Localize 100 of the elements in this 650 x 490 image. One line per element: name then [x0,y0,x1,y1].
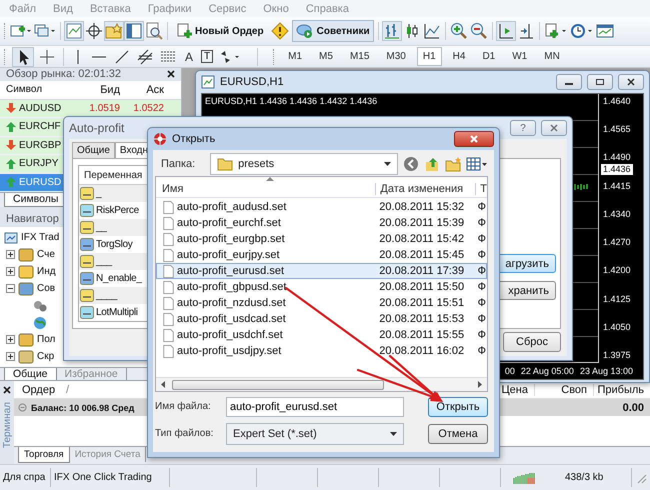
file-type-dropdown[interactable]: Expert Set (*.set) [226,422,404,444]
warning-icon[interactable] [270,22,290,40]
file-type: Ф [476,313,486,325]
chart-shift-icon[interactable] [496,22,515,40]
help-button[interactable]: ? [510,120,536,136]
column-header[interactable]: / [66,384,70,396]
open-button[interactable]: Открыть [428,396,488,416]
column-header[interactable]: Символ [0,84,76,95]
scroll-right-icon[interactable] [477,381,483,388]
view-menu-icon[interactable] [466,156,488,172]
tree-item[interactable]: Инд [4,264,56,279]
scroll-left-icon[interactable] [160,381,166,388]
globe-icon[interactable] [32,316,48,330]
column-header[interactable]: Т [475,183,487,195]
timeframe-button[interactable]: D1 [476,47,502,66]
maximize-button[interactable] [587,74,613,90]
expander-icon[interactable] [6,284,15,293]
back-icon[interactable] [403,156,419,172]
column-header[interactable]: Имя [156,183,376,195]
caret-icon [384,162,391,166]
file-name: auto-profit_eurchf.set [177,217,281,229]
timeframe-button[interactable]: M15 [344,47,376,66]
close-icon[interactable] [167,70,175,78]
file-row[interactable]: auto-profit_eurusd.set 20.08.2011 17:39 Ф [156,263,487,279]
dialog-tab[interactable]: Общие [72,142,115,158]
crosshair-icon[interactable] [38,48,56,66]
file-row[interactable]: auto-profit_eurgbp.set 20.08.2011 15:42 Ф [156,231,487,247]
bar-chart-icon[interactable] [382,22,401,40]
close-icon[interactable] [3,386,11,394]
windows-icon[interactable] [34,23,56,39]
symbol-name: EURCHF [19,121,61,132]
timeframe-button[interactable]: M5 [313,47,339,66]
column-header[interactable]: Аск [120,84,164,96]
file-icon [163,328,174,342]
timeframe-button[interactable]: W1 [506,47,534,66]
terminal-label: Терминал [2,402,12,448]
expander-icon[interactable] [6,250,15,259]
filename-field[interactable]: auto-profit_eurusd.set [226,396,404,416]
bid-price: 1.0519 [88,102,120,114]
timeframe-button[interactable]: MN [538,47,566,66]
clock-icon[interactable] [570,22,594,40]
file-row[interactable]: auto-profit_usdjpy.set 20.08.2011 16:02 Ф [156,343,487,359]
zoom-out-icon[interactable] [470,22,488,40]
timeframe-button[interactable]: H4 [446,47,472,66]
tree-item[interactable]: Пол [4,332,56,347]
resize-grip-icon[interactable] [635,472,647,484]
expander-icon[interactable] [6,267,15,276]
trendline-icon[interactable] [113,48,131,66]
new-order-button[interactable]: Новый Ордер [172,20,268,42]
arrow-up-icon [6,122,16,132]
line-chart-icon[interactable] [422,22,441,40]
crosshair-icon[interactable] [85,22,103,40]
window-plus-icon[interactable] [10,23,32,39]
timeframe-button[interactable]: H1 [416,47,442,66]
magnifier-icon[interactable] [145,22,163,40]
experts-button[interactable]: Советники [292,20,374,42]
column-header[interactable]: Дата изменения [375,183,476,195]
gears-icon[interactable] [32,298,48,312]
timeframe-button[interactable]: M1 [282,47,308,66]
arrow-down-icon [6,103,16,114]
folder-dropdown[interactable]: presets [210,153,398,175]
status-text: IFX One Click Trading [51,468,170,487]
cloud-play-icon [296,23,314,39]
document-plus-icon [176,23,192,39]
tree-item[interactable]: Сче [4,247,55,262]
expander-icon[interactable] [6,335,15,344]
window-icon[interactable] [596,22,614,40]
expander-icon[interactable] [6,352,15,361]
file-row[interactable]: auto-profit_usdcad.set 20.08.2011 15:53 Ф [156,311,487,327]
file-icon [163,264,174,278]
up-folder-icon[interactable] [424,156,440,172]
zoom-in-icon[interactable] [450,22,468,40]
terminal-tab[interactable]: Торговля [18,447,70,463]
variable-name: RiskPerce [96,205,139,216]
file-row[interactable]: auto-profit_audusd.set 20.08.2011 15:32 Ф [156,199,487,215]
text-label-tool[interactable]: T [201,50,214,63]
close-button[interactable] [454,131,494,147]
tree-item[interactable]: Сов [4,281,56,296]
template-plus-icon[interactable] [544,22,568,40]
variable-type-icon [80,238,94,251]
new-folder-icon[interactable] [445,156,461,172]
horizontal-scrollbar[interactable] [156,377,487,391]
text-tool[interactable]: A [182,50,196,64]
tree-item[interactable]: IFX Trad [4,230,60,245]
cancel-button[interactable]: Отмена [428,424,488,444]
minimize-button[interactable] [556,74,582,90]
timeframe-button[interactable]: M30 [380,47,412,66]
column-header[interactable]: Ордер [14,384,66,396]
column-header[interactable]: Бид [76,84,120,96]
status-text: Для спра [0,468,51,487]
window-title: Открыть [172,133,216,145]
tree-item[interactable]: Скр [4,349,54,364]
file-row[interactable]: auto-profit_eurchf.set 20.08.2011 15:39 Ф [156,215,487,231]
cursor-icon[interactable] [13,48,33,66]
close-button[interactable] [618,74,644,90]
price-label: 1.4050 [603,322,632,333]
reset-button[interactable]: Сброс [503,332,561,352]
panel-icon[interactable] [125,22,143,40]
file-row[interactable]: auto-profit_usdchf.set 20.08.2011 15:55 Ф [156,327,487,343]
channel-icon[interactable] [136,48,154,66]
